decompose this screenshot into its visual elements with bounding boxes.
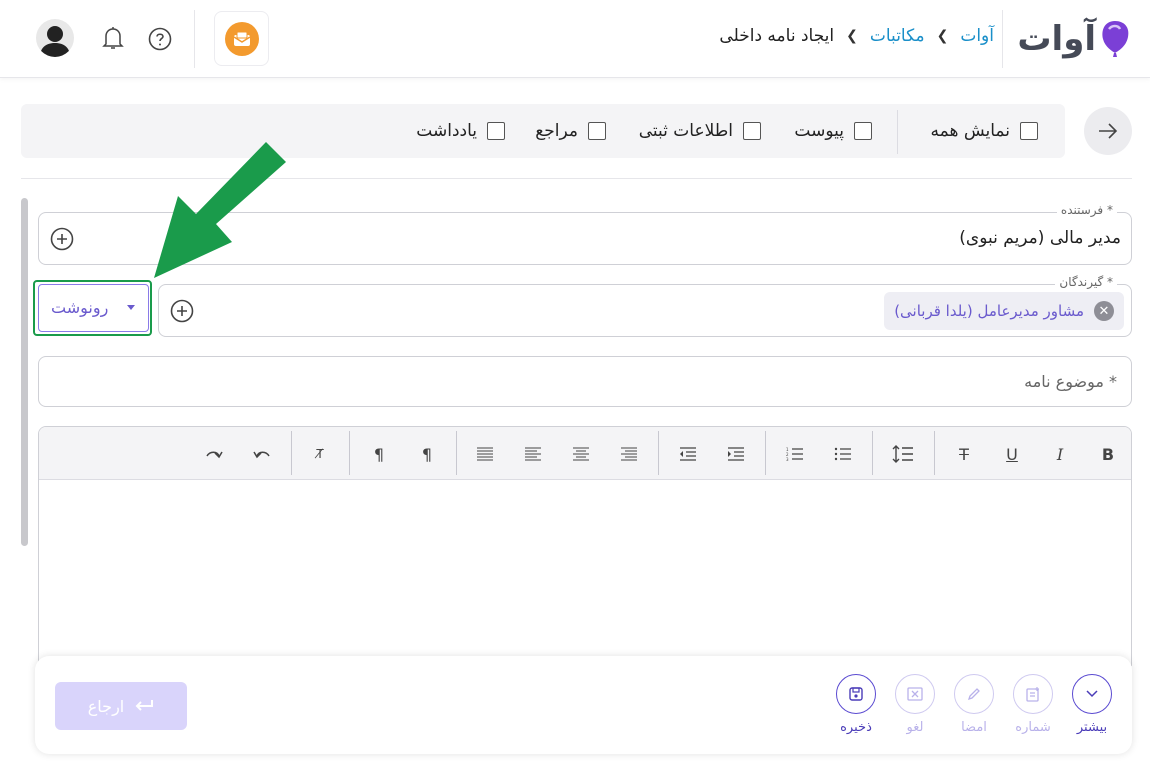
copy-type-select[interactable]: رونوشت [38, 284, 149, 332]
toolbar-separator [658, 431, 659, 475]
add-circle-icon[interactable] [50, 227, 74, 251]
logo-text: آوات [1017, 19, 1097, 59]
back-button[interactable] [1084, 107, 1132, 155]
breadcrumb-current: ایجاد نامه داخلی [719, 26, 835, 46]
align-center-icon[interactable] [568, 441, 594, 467]
bold-icon[interactable]: B [1095, 441, 1121, 467]
mail-icon [224, 21, 259, 56]
filter-divider [897, 110, 898, 154]
sign-button[interactable]: امضا [952, 674, 996, 735]
app-header: آوات آوات ❮ مکاتبات ❮ ایجاد نامه داخلی [0, 0, 1150, 78]
toolbar-separator [456, 431, 457, 475]
arrow-right-icon [1099, 123, 1118, 139]
mail-app-button[interactable] [214, 11, 269, 66]
sender-value: مدیر مالی (مریم نبوی) [959, 228, 1121, 248]
copy-select-value: رونوشت [51, 298, 109, 317]
caret-down-icon [127, 305, 135, 310]
action-bar: بیشتر شماره امضا لغو ذخیره [35, 656, 1132, 754]
toolbar-separator [291, 431, 292, 475]
filter-label: یادداشت [416, 121, 477, 141]
rich-text-editor[interactable]: B I U T 123 ¶ ¶ T̸ [38, 426, 1132, 666]
chevron-down-icon [1072, 674, 1112, 714]
number-label: شماره [1015, 720, 1051, 735]
recipients-label: گیرندگان * [1055, 275, 1117, 289]
breadcrumb-home[interactable]: آوات [960, 26, 994, 46]
save-label: ذخیره [840, 720, 872, 735]
return-arrow-icon [135, 700, 154, 711]
subject-input[interactable]: موضوع نامه * [38, 356, 1132, 407]
filter-references[interactable]: مراجع [535, 119, 606, 143]
align-right-icon[interactable] [616, 441, 642, 467]
filter-label: نمایش همه [930, 121, 1010, 141]
checkbox[interactable] [1020, 122, 1038, 140]
undo-icon[interactable] [249, 441, 275, 467]
number-button[interactable]: شماره [1011, 674, 1055, 735]
scrollbar[interactable] [21, 198, 28, 546]
balloon-logo-icon [1102, 21, 1129, 57]
bell-icon[interactable] [101, 25, 125, 51]
italic-icon[interactable]: I [1047, 441, 1073, 467]
sender-label: فرستنده * [1056, 203, 1117, 217]
refer-button[interactable]: ارجاع [55, 682, 187, 730]
chevron-left-icon: ❮ [846, 28, 858, 44]
save-icon [836, 674, 876, 714]
svg-text:3: 3 [786, 457, 789, 461]
rtl-paragraph-icon[interactable]: ¶ [414, 441, 440, 467]
refer-label: ارجاع [87, 696, 125, 716]
filter-notes[interactable]: یادداشت [416, 119, 505, 143]
underline-icon[interactable]: U [999, 441, 1025, 467]
filter-show-all[interactable]: نمایش همه [931, 119, 1038, 143]
more-button[interactable]: بیشتر [1070, 674, 1114, 735]
filter-attachment[interactable]: پیوست [794, 119, 872, 143]
chevron-left-icon: ❮ [936, 28, 949, 44]
numbered-list-icon[interactable]: 123 [782, 441, 808, 467]
subject-placeholder: موضوع نامه * [1024, 372, 1117, 391]
toolbar-separator [765, 431, 766, 475]
line-height-icon[interactable] [890, 441, 916, 467]
header-divider [1002, 10, 1003, 68]
pencil-icon [954, 674, 994, 714]
breadcrumb: آوات ❮ مکاتبات ❮ ایجاد نامه داخلی [719, 26, 994, 46]
toolbar-separator [872, 431, 873, 475]
strikethrough-icon[interactable]: T [951, 441, 977, 467]
checkbox[interactable] [743, 122, 761, 140]
justify-icon[interactable] [472, 441, 498, 467]
save-button[interactable]: ذخیره [834, 674, 878, 735]
sign-label: امضا [961, 720, 987, 735]
toolbar-separator [349, 431, 350, 475]
help-icon[interactable] [148, 27, 172, 51]
sender-field[interactable]: فرستنده * مدیر مالی (مریم نبوی) [38, 203, 1132, 265]
recipient-chip-text: مشاور مدیرعامل (یلدا قربانی) [894, 302, 1084, 320]
close-icon[interactable]: ✕ [1094, 301, 1114, 321]
outdent-icon[interactable] [675, 441, 701, 467]
checkbox[interactable] [854, 122, 872, 140]
divider [21, 178, 1132, 179]
align-left-icon[interactable] [520, 441, 546, 467]
redo-icon[interactable] [201, 441, 227, 467]
checkbox[interactable] [588, 122, 606, 140]
filter-registration-info[interactable]: اطلاعات ثبتی [639, 119, 761, 143]
add-circle-icon[interactable] [170, 299, 194, 323]
avatar[interactable] [36, 19, 74, 57]
header-divider [194, 10, 195, 68]
indent-icon[interactable] [723, 441, 749, 467]
recipient-chip: ✕ مشاور مدیرعامل (یلدا قربانی) [884, 292, 1124, 330]
filter-label: مراجع [535, 121, 578, 141]
bullet-list-icon[interactable] [830, 441, 856, 467]
filter-label: پیوست [794, 121, 844, 141]
breadcrumb-correspondence[interactable]: مکاتبات [870, 26, 925, 46]
toolbar-separator [934, 431, 935, 475]
cancel-label: لغو [906, 720, 924, 735]
app-logo[interactable]: آوات [1017, 14, 1130, 64]
editor-toolbar: B I U T 123 ¶ ¶ T̸ [39, 427, 1131, 480]
cancel-box-icon [895, 674, 935, 714]
cancel-button[interactable]: لغو [893, 674, 937, 735]
filter-label: اطلاعات ثبتی [638, 121, 733, 141]
ltr-paragraph-icon[interactable]: ¶ [366, 441, 392, 467]
number-doc-icon [1013, 674, 1053, 714]
recipients-field[interactable]: گیرندگان * ✕ مشاور مدیرعامل (یلدا قربانی… [158, 275, 1132, 337]
clear-format-icon[interactable]: T̸ [307, 441, 333, 467]
more-label: بیشتر [1076, 720, 1108, 735]
checkbox[interactable] [487, 122, 505, 140]
